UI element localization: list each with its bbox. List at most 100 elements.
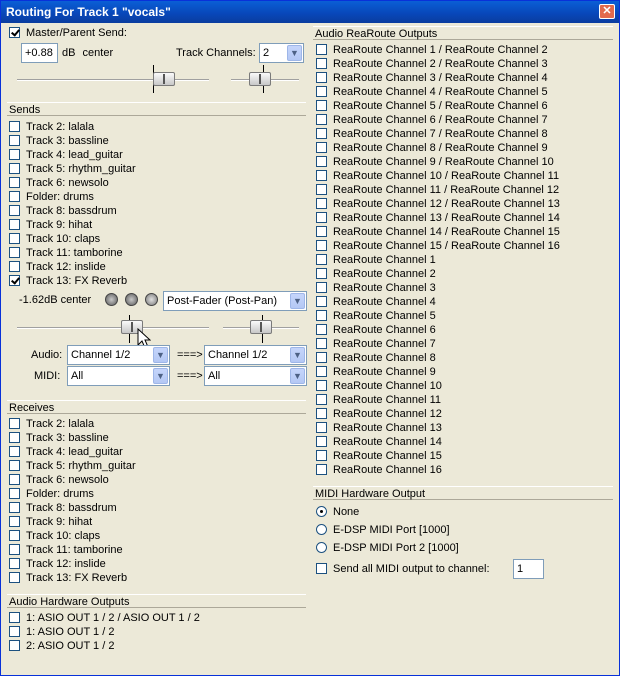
- radio-button[interactable]: [316, 542, 327, 553]
- checkbox[interactable]: [316, 422, 327, 433]
- send-pan-thumb[interactable]: [250, 320, 272, 334]
- checkbox[interactable]: [316, 86, 327, 97]
- checkbox[interactable]: [316, 254, 327, 265]
- send-item[interactable]: Track 2: lalala: [9, 120, 94, 134]
- checkbox[interactable]: [316, 114, 327, 125]
- checkbox[interactable]: [9, 558, 20, 569]
- rearoute-item[interactable]: ReaRoute Channel 6 / ReaRoute Channel 7: [316, 113, 548, 127]
- checkbox[interactable]: [9, 149, 20, 160]
- rearoute-item[interactable]: ReaRoute Channel 10 / ReaRoute Channel 1…: [316, 169, 559, 183]
- send-all-midi-check[interactable]: [316, 563, 327, 574]
- receive-item[interactable]: Track 8: bassdrum: [9, 501, 117, 515]
- checkbox[interactable]: [316, 296, 327, 307]
- rearoute-item[interactable]: ReaRoute Channel 7 / ReaRoute Channel 8: [316, 127, 548, 141]
- checkbox[interactable]: [9, 205, 20, 216]
- checkbox[interactable]: [316, 352, 327, 363]
- send-item[interactable]: Track 11: tamborine: [9, 246, 123, 260]
- rearoute-item[interactable]: ReaRoute Channel 1 / ReaRoute Channel 2: [316, 43, 548, 57]
- rearoute-item[interactable]: ReaRoute Channel 9 / ReaRoute Channel 10: [316, 155, 554, 169]
- checkbox[interactable]: [9, 163, 20, 174]
- receive-item[interactable]: Folder: drums: [9, 487, 94, 501]
- midi-dest-select[interactable]: All ▼: [204, 366, 307, 386]
- midi-hw-option[interactable]: E-DSP MIDI Port [1000]: [316, 523, 450, 537]
- checkbox[interactable]: [316, 142, 327, 153]
- rearoute-item[interactable]: ReaRoute Channel 2: [316, 267, 436, 281]
- rearoute-item[interactable]: ReaRoute Channel 6: [316, 323, 436, 337]
- checkbox[interactable]: [9, 474, 20, 485]
- rearoute-item[interactable]: ReaRoute Channel 12 / ReaRoute Channel 1…: [316, 197, 560, 211]
- master-volume-thumb[interactable]: [153, 72, 175, 86]
- hw-output-item[interactable]: 2: ASIO OUT 1 / 2: [9, 639, 114, 653]
- rearoute-item[interactable]: ReaRoute Channel 10: [316, 379, 442, 393]
- rearoute-item[interactable]: ReaRoute Channel 8: [316, 351, 436, 365]
- checkbox[interactable]: [9, 135, 20, 146]
- checkbox[interactable]: [316, 408, 327, 419]
- send-volume-slider[interactable]: [17, 327, 209, 329]
- midi-source-select[interactable]: All ▼: [67, 366, 170, 386]
- checkbox[interactable]: [9, 275, 20, 286]
- rearoute-item[interactable]: ReaRoute Channel 11 / ReaRoute Channel 1…: [316, 183, 559, 197]
- checkbox[interactable]: [9, 516, 20, 527]
- rearoute-item[interactable]: ReaRoute Channel 14 / ReaRoute Channel 1…: [316, 225, 560, 239]
- checkbox[interactable]: [9, 530, 20, 541]
- midi-hw-option[interactable]: E-DSP MIDI Port 2 [1000]: [316, 541, 459, 555]
- checkbox[interactable]: [316, 226, 327, 237]
- receive-item[interactable]: Track 6: newsolo: [9, 473, 109, 487]
- checkbox[interactable]: [316, 156, 327, 167]
- rearoute-item[interactable]: ReaRoute Channel 13 / ReaRoute Channel 1…: [316, 211, 560, 225]
- checkbox[interactable]: [9, 432, 20, 443]
- checkbox[interactable]: [316, 380, 327, 391]
- checkbox[interactable]: [9, 121, 20, 132]
- checkbox[interactable]: [9, 626, 20, 637]
- receive-item[interactable]: Track 9: hihat: [9, 515, 92, 529]
- checkbox[interactable]: [316, 58, 327, 69]
- checkbox[interactable]: [316, 100, 327, 111]
- checkbox[interactable]: [9, 261, 20, 272]
- hw-output-item[interactable]: 1: ASIO OUT 1 / 2: [9, 625, 114, 639]
- checkbox[interactable]: [316, 198, 327, 209]
- receive-item[interactable]: Track 12: inslide: [9, 557, 106, 571]
- checkbox[interactable]: [316, 450, 327, 461]
- rearoute-item[interactable]: ReaRoute Channel 8 / ReaRoute Channel 9: [316, 141, 548, 155]
- checkbox[interactable]: [316, 240, 327, 251]
- checkbox[interactable]: [316, 282, 327, 293]
- checkbox[interactable]: [316, 212, 327, 223]
- receive-item[interactable]: Track 11: tamborine: [9, 543, 123, 557]
- radio-button[interactable]: [316, 506, 327, 517]
- midi-channel-input[interactable]: 1: [513, 559, 544, 579]
- rearoute-item[interactable]: ReaRoute Channel 1: [316, 253, 436, 267]
- checkbox[interactable]: [316, 464, 327, 475]
- checkbox[interactable]: [9, 502, 20, 513]
- checkbox[interactable]: [9, 488, 20, 499]
- rearoute-item[interactable]: ReaRoute Channel 15 / ReaRoute Channel 1…: [316, 239, 560, 253]
- phase-icon[interactable]: [125, 293, 138, 306]
- rearoute-item[interactable]: ReaRoute Channel 12: [316, 407, 442, 421]
- send-item[interactable]: Folder: drums: [9, 190, 94, 204]
- mute-icon[interactable]: [105, 293, 118, 306]
- checkbox[interactable]: [9, 418, 20, 429]
- checkbox[interactable]: [316, 310, 327, 321]
- rearoute-item[interactable]: ReaRoute Channel 9: [316, 365, 436, 379]
- checkbox[interactable]: [9, 177, 20, 188]
- master-send-check[interactable]: [9, 27, 20, 38]
- rearoute-item[interactable]: ReaRoute Channel 13: [316, 421, 442, 435]
- checkbox[interactable]: [316, 128, 327, 139]
- master-pan-thumb[interactable]: [249, 72, 271, 86]
- rearoute-item[interactable]: ReaRoute Channel 4 / ReaRoute Channel 5: [316, 85, 548, 99]
- checkbox[interactable]: [316, 268, 327, 279]
- send-item[interactable]: Track 8: bassdrum: [9, 204, 117, 218]
- rearoute-item[interactable]: ReaRoute Channel 5: [316, 309, 436, 323]
- receive-item[interactable]: Track 3: bassline: [9, 431, 109, 445]
- checkbox[interactable]: [316, 366, 327, 377]
- hw-output-item[interactable]: 1: ASIO OUT 1 / 2 / ASIO OUT 1 / 2: [9, 611, 200, 625]
- send-item[interactable]: Track 4: lead_guitar: [9, 148, 123, 162]
- send-item[interactable]: Track 10: claps: [9, 232, 100, 246]
- receive-item[interactable]: Track 2: lalala: [9, 417, 94, 431]
- checkbox[interactable]: [9, 247, 20, 258]
- checkbox[interactable]: [316, 44, 327, 55]
- midi-hw-option[interactable]: None: [316, 505, 359, 519]
- rearoute-item[interactable]: ReaRoute Channel 3: [316, 281, 436, 295]
- checkbox[interactable]: [9, 219, 20, 230]
- rearoute-item[interactable]: ReaRoute Channel 11: [316, 393, 441, 407]
- send-item[interactable]: Track 12: inslide: [9, 260, 106, 274]
